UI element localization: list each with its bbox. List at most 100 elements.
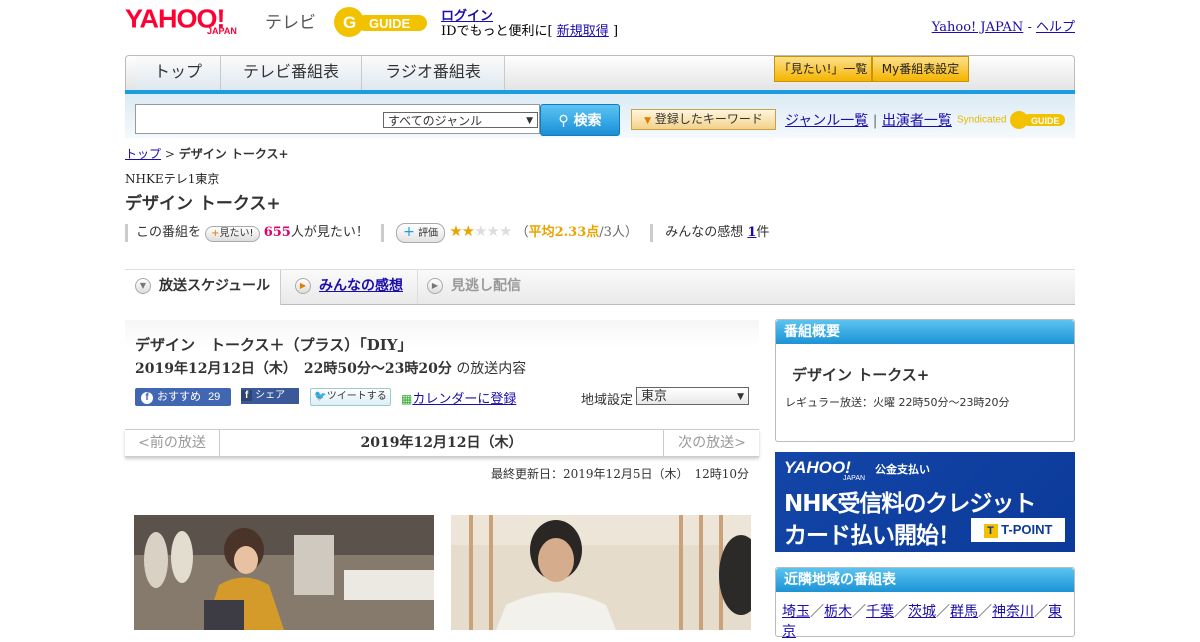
fb-share-label: シェア (255, 390, 286, 401)
plus-icon: + (403, 224, 415, 240)
schedule-tabs: ▼ 放送スケジュール ▶ みんなの感想 ▶ 見逃し配信 (125, 269, 1075, 305)
rating-open: （ (515, 225, 529, 240)
main-nav: トップ テレビ番組表 ラジオ番組表 「見たい!」一覧 My番組表設定 (125, 55, 1075, 91)
performer-list-link[interactable]: 出演者一覧 (882, 113, 952, 129)
svg-text:GUIDE: GUIDE (369, 16, 411, 31)
tab-radio-schedule[interactable]: ラジオ番組表 (362, 56, 505, 90)
fb-recommend-button[interactable]: f おすすめ 29 (135, 388, 231, 406)
top-right-links: Yahoo! JAPAN - ヘルプ (932, 16, 1075, 35)
want-list-button[interactable]: 「見たい!」一覧 (774, 56, 872, 82)
fb-recommend-label: おすすめ (157, 391, 201, 403)
genre-links: ジャンル一覧 | 出演者一覧 (785, 110, 952, 130)
keyword-button[interactable]: ▼ 登録したキーワード (631, 109, 776, 130)
search-icon: ⚲ (558, 113, 569, 129)
breadcrumb-current: デザイン トークス+ (178, 147, 289, 161)
want-count: 655 (263, 225, 291, 240)
calendar-link[interactable]: カレンダーに登録 (412, 392, 516, 407)
fb-count: 29 (208, 391, 221, 403)
search-button[interactable]: ⚲ 検索 (540, 104, 620, 136)
chevron-down-icon: ▼ (135, 278, 151, 294)
banner-line2: カード払い開始！ (784, 523, 961, 549)
region-select[interactable]: 東京 ▼ (636, 387, 749, 405)
nearby-regions: 埼玉／栃木／千葉／茨城／群馬／神奈川／東京 (782, 604, 1062, 640)
plus-icon: + (211, 228, 220, 239)
svg-text:GUIDE: GUIDE (1031, 116, 1060, 126)
svg-text:G: G (343, 13, 356, 32)
tab-missed-label: 見逃し配信 (451, 278, 521, 294)
tweet-button[interactable]: 🐦ツイートする (310, 388, 391, 406)
search-button-label: 検索 (573, 113, 602, 129)
tab-tv-schedule[interactable]: テレビ番組表 (221, 56, 362, 90)
gguide-small-logo: GUIDE (1010, 111, 1066, 129)
impressions-suffix: 件 (756, 225, 770, 240)
prev-broadcast-link[interactable]: <前の放送 (125, 430, 220, 456)
region-select-value: 東京 (641, 389, 668, 404)
genre-select-value: すべてのジャンル (388, 114, 483, 128)
overview-regular: レギュラー放送：火曜 22時50分～23時20分 (785, 396, 1010, 409)
episode-datetime: 2019年12月12日（木） 22時50分～23時20分 の放送内容 (135, 358, 526, 378)
overview-panel: 番組概要 デザイン トークス+ レギュラー放送：火曜 22時50分～23時20分 (775, 319, 1075, 442)
tab-impressions[interactable]: ▶ みんなの感想 (295, 270, 418, 304)
tpoint-badge: T T-POINT (971, 518, 1065, 542)
chevron-down-icon: ▼ (526, 116, 533, 126)
region-link-chiba[interactable]: 千葉 (866, 604, 894, 620)
genre-select[interactable]: すべてのジャンル ▼ (383, 112, 538, 128)
tpoint-icon: T (983, 523, 998, 538)
search-area: すべてのジャンル ▼ ⚲ 検索 ▼ 登録したキーワード ジャンル一覧 | 出演者… (125, 94, 1075, 138)
rating-count: /3人） (599, 225, 638, 240)
gguide-logo[interactable]: G GUIDE (333, 6, 433, 38)
syndicated-label: Syndicated GUIDE (957, 110, 1067, 130)
nearby-header: 近隣地域の番組表 (776, 568, 1074, 592)
chevron-right-icon: ▶ (295, 278, 311, 294)
region-link-saitama[interactable]: 埼玉 (782, 604, 810, 620)
region-link-ibaraki[interactable]: 茨城 (908, 604, 936, 620)
divider (125, 223, 128, 242)
chevron-right-icon: ▶ (427, 278, 443, 294)
twitter-icon: 🐦 (314, 391, 327, 402)
chevron-down-icon: ▼ (737, 392, 744, 402)
current-broadcast-date: 2019年12月12日（木） (360, 435, 523, 451)
region-link-tochigi[interactable]: 栃木 (824, 604, 852, 620)
episode-photo-2-image (451, 515, 751, 630)
episode-photo-1-image (134, 515, 434, 630)
facebook-icon: f (141, 392, 153, 404)
banner-brand: YAHOO! (784, 458, 851, 477)
tab-schedule-label: 放送スケジュール (159, 278, 271, 294)
station-name: NHKEテレ1東京 (125, 172, 220, 186)
rate-button[interactable]: + 評価 (396, 223, 446, 243)
episode-photo-2 (451, 515, 751, 630)
fb-share-button[interactable]: f シェア (241, 388, 299, 404)
region-link-kanagawa[interactable]: 神奈川 (992, 604, 1034, 620)
tab-missed[interactable]: ▶ 見逃し配信 (427, 270, 547, 304)
banner-tag: 公金支払い (875, 463, 930, 476)
breadcrumb: トップ > デザイン トークス+ (125, 145, 289, 162)
calendar-icon: ▦ (401, 392, 413, 406)
nearby-panel: 近隣地域の番組表 埼玉／栃木／千葉／茨城／群馬／神奈川／東京 (775, 567, 1075, 640)
login-sub: IDでもっと便利に[ 新規取得 ] (441, 20, 618, 39)
syndicated-text: Syndicated (957, 114, 1007, 126)
want-button[interactable]: +見たい! (205, 226, 260, 242)
login-sub-prefix: IDでもっと便利に[ (441, 24, 553, 39)
tab-schedule[interactable]: ▼ 放送スケジュール (125, 270, 281, 305)
tab-top[interactable]: トップ (136, 56, 221, 90)
nhk-credit-banner[interactable]: YAHOO! JAPAN 公金支払い NHK受信料のクレジット カード払い開始！… (775, 452, 1075, 552)
next-broadcast-link[interactable]: 次の放送> (663, 430, 760, 456)
episode-datetime-suffix: の放送内容 (456, 361, 527, 377)
yahoo-japan-link[interactable]: Yahoo! JAPAN (932, 20, 1024, 35)
overview-title: デザイン トークス+ (792, 366, 930, 384)
my-schedule-button[interactable]: My番組表設定 (872, 56, 969, 82)
overview-header: 番組概要 (776, 320, 1074, 344)
breadcrumb-sep: > (161, 147, 179, 161)
genre-list-link[interactable]: ジャンル一覧 (785, 113, 868, 129)
divider (381, 223, 384, 242)
help-link[interactable]: ヘルプ (1036, 20, 1075, 35)
breadcrumb-top[interactable]: トップ (125, 147, 161, 161)
signup-link[interactable]: 新規取得 (557, 24, 609, 39)
episode-title: デザイン トークス＋（プラス）「DIY」 (135, 336, 413, 354)
keyword-button-label: 登録したキーワード (654, 112, 763, 126)
broadcast-nav: <前の放送 2019年12月12日（木） 次の放送> (125, 429, 759, 457)
region-link-gunma[interactable]: 群馬 (950, 604, 978, 620)
service-name: テレビ (265, 13, 316, 33)
page-title: デザイン トークス+ (125, 194, 281, 214)
banner-brand-sub: JAPAN (843, 475, 866, 482)
